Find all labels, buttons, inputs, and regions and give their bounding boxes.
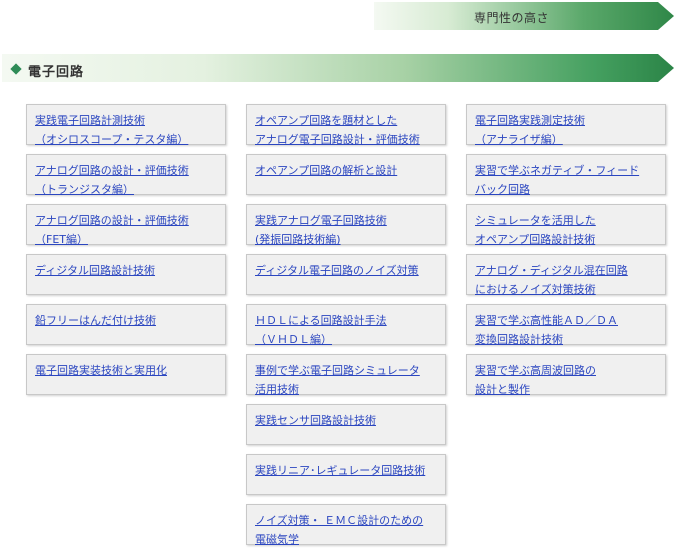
course-link[interactable]: シミュレータを活用した オペアンプ回路設計技術 (475, 214, 596, 246)
course-link[interactable]: アナログ回路の設計・評価技術 （トランジスタ編） (35, 164, 189, 196)
course-card: シミュレータを活用した オペアンプ回路設計技術 (466, 204, 666, 246)
course-link[interactable]: ディジタル電子回路のノイズ対策 (255, 264, 419, 277)
course-card: 実践リニア･レギュレータ回路技術 (246, 454, 446, 495)
course-link[interactable]: 事例で学ぶ電子回路シミュレータ 活用技術 (255, 364, 420, 396)
course-column-2: オペアンプ回路を題材とした アナログ電子回路設計・評価技術 オペアンプ回路の解析… (246, 104, 446, 554)
course-column-1: 実践電子回路計測技術 （オシロスコープ・テスタ編） アナログ回路の設計・評価技術… (26, 104, 226, 404)
course-link[interactable]: 鉛フリーはんだ付け技術 (35, 314, 156, 327)
course-link[interactable]: ディジタル回路設計技術 (35, 264, 155, 277)
course-card: ＨＤＬによる回路設計手法 （ＶＨＤＬ編） (246, 304, 446, 346)
course-card: 鉛フリーはんだ付け技術 (26, 304, 226, 345)
course-card: アナログ・ディジタル混在回路 におけるノイズ対策技術 (466, 254, 666, 296)
course-card: 実践アナログ電子回路技術 (発振回路技術編) (246, 204, 446, 246)
course-card: 電子回路実装技術と実用化 (26, 354, 226, 395)
course-card: 実践センサ回路設計技術 (246, 404, 446, 445)
course-link[interactable]: 実習で学ぶ高周波回路の 設計と製作 (475, 364, 596, 396)
course-card: アナログ回路の設計・評価技術 （FET編） (26, 204, 226, 246)
course-link[interactable]: アナログ回路の設計・評価技術 （FET編） (35, 214, 189, 246)
section-title: 電子回路 (28, 65, 85, 80)
course-link[interactable]: 実践センサ回路設計技術 (255, 414, 376, 427)
course-card: オペアンプ回路の解析と設計 (246, 154, 446, 195)
course-card: 実習で学ぶ高性能ＡＤ／ＤＡ 変換回路設計技術 (466, 304, 666, 346)
course-link[interactable]: 実践電子回路計測技術 （オシロスコープ・テスタ編） (35, 114, 188, 146)
course-link[interactable]: ＨＤＬによる回路設計手法 （ＶＨＤＬ編） (255, 314, 387, 346)
section-header-banner (2, 54, 674, 82)
specialty-level-label: 専門性の高さ (474, 11, 550, 25)
course-column-3: 電子回路実践測定技術 （アナライザ編） 実習で学ぶネガティブ・フィード バック回… (466, 104, 666, 404)
course-card: ディジタル電子回路のノイズ対策 (246, 254, 446, 295)
course-card: 事例で学ぶ電子回路シミュレータ 活用技術 (246, 354, 446, 396)
course-link[interactable]: オペアンプ回路を題材とした アナログ電子回路設計・評価技術 (255, 114, 420, 146)
course-card: 電子回路実践測定技術 （アナライザ編） (466, 104, 666, 146)
course-link[interactable]: 電子回路実装技術と実用化 (35, 364, 167, 377)
course-card: 実習で学ぶ高周波回路の 設計と製作 (466, 354, 666, 396)
course-card: アナログ回路の設計・評価技術 （トランジスタ編） (26, 154, 226, 196)
course-card: オペアンプ回路を題材とした アナログ電子回路設計・評価技術 (246, 104, 446, 146)
course-link[interactable]: 実践リニア･レギュレータ回路技術 (255, 464, 425, 477)
course-card: 実践電子回路計測技術 （オシロスコープ・テスタ編） (26, 104, 226, 146)
course-link[interactable]: オペアンプ回路の解析と設計 (255, 164, 397, 177)
course-card: 実習で学ぶネガティブ・フィード バック回路 (466, 154, 666, 196)
course-link[interactable]: 実践アナログ電子回路技術 (発振回路技術編) (255, 214, 387, 246)
course-link[interactable]: 実習で学ぶネガティブ・フィード バック回路 (475, 164, 639, 196)
course-link[interactable]: アナログ・ディジタル混在回路 におけるノイズ対策技術 (475, 264, 628, 296)
course-link[interactable]: ノイズ対策・ ＥＭＣ設計のための 電磁気学 (255, 514, 423, 546)
course-card: ディジタル回路設計技術 (26, 254, 226, 295)
course-card: ノイズ対策・ ＥＭＣ設計のための 電磁気学 (246, 504, 446, 546)
course-link[interactable]: 実習で学ぶ高性能ＡＤ／ＤＡ 変換回路設計技術 (475, 314, 618, 346)
course-link[interactable]: 電子回路実践測定技術 （アナライザ編） (475, 114, 585, 146)
